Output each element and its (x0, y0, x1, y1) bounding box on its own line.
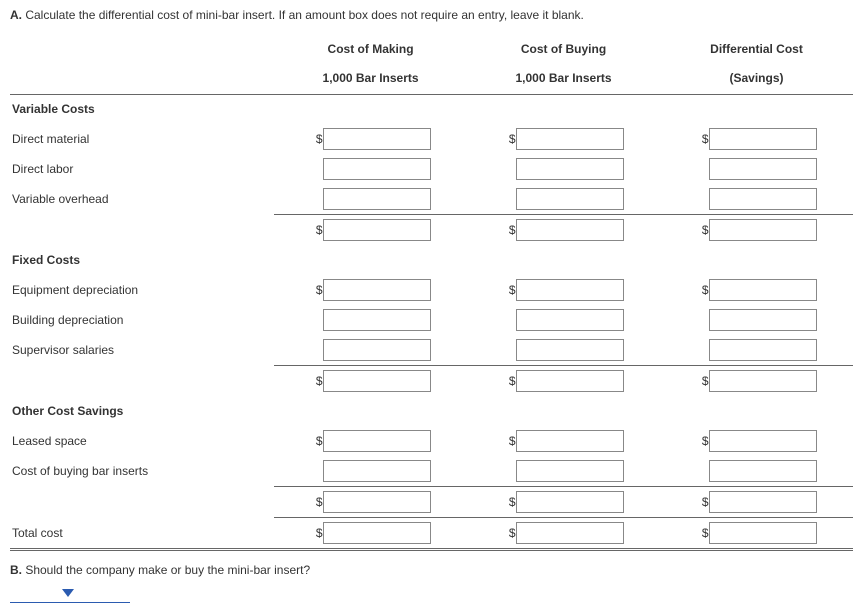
col3-header-l1: Differential Cost (660, 34, 853, 64)
row-direct-labor: Direct labor (10, 154, 853, 184)
label-total-cost: Total cost (10, 518, 274, 550)
input-direct-material-diff[interactable] (709, 128, 817, 150)
input-supervisor-salaries-diff[interactable] (709, 339, 817, 361)
input-direct-material-buying[interactable] (516, 128, 624, 150)
row-leased-space: Leased space $ $ $ (10, 426, 853, 456)
row-cost-of-buying: Cost of buying bar inserts (10, 456, 853, 487)
prompt-a-label: A. (10, 8, 22, 22)
row-fixed-subtotal: $ $ $ (10, 366, 853, 397)
input-variable-overhead-making[interactable] (323, 188, 431, 210)
currency-symbol: $ (311, 283, 323, 297)
row-variable-overhead: Variable overhead (10, 184, 853, 215)
currency-symbol: $ (311, 434, 323, 448)
input-total-cost-buying[interactable] (516, 522, 624, 544)
label-direct-labor: Direct labor (10, 154, 274, 184)
currency-symbol: $ (504, 495, 516, 509)
currency-symbol: $ (504, 526, 516, 540)
currency-symbol: $ (311, 526, 323, 540)
input-supervisor-salaries-buying[interactable] (516, 339, 624, 361)
prompt-a-text: Calculate the differential cost of mini-… (22, 8, 584, 22)
input-variable-subtotal-buying[interactable] (516, 219, 624, 241)
cost-table: Cost of Making Cost of Buying Differenti… (10, 34, 853, 551)
label-supervisor-salaries: Supervisor salaries (10, 335, 274, 366)
currency-symbol: $ (504, 283, 516, 297)
currency-symbol: $ (697, 434, 709, 448)
row-building-depreciation: Building depreciation (10, 305, 853, 335)
col1-header-l1: Cost of Making (274, 34, 467, 64)
input-equipment-depreciation-making[interactable] (323, 279, 431, 301)
col2-header-l2: 1,000 Bar Inserts (467, 64, 660, 94)
currency-symbol: $ (697, 374, 709, 388)
header-row-1: Cost of Making Cost of Buying Differenti… (10, 34, 853, 64)
currency-symbol: $ (311, 374, 323, 388)
row-variable-subtotal: $ $ $ (10, 215, 853, 246)
input-supervisor-salaries-making[interactable] (323, 339, 431, 361)
input-variable-subtotal-making[interactable] (323, 219, 431, 241)
input-variable-subtotal-diff[interactable] (709, 219, 817, 241)
row-equipment-depreciation: Equipment depreciation $ $ $ (10, 275, 853, 305)
currency-symbol: $ (697, 223, 709, 237)
col2-header-l1: Cost of Buying (467, 34, 660, 64)
input-cost-of-buying-diff[interactable] (709, 460, 817, 482)
input-direct-labor-buying[interactable] (516, 158, 624, 180)
input-direct-labor-making[interactable] (323, 158, 431, 180)
input-direct-labor-diff[interactable] (709, 158, 817, 180)
currency-symbol: $ (504, 374, 516, 388)
currency-symbol: $ (697, 526, 709, 540)
input-equipment-depreciation-diff[interactable] (709, 279, 817, 301)
prompt-b-label: B. (10, 563, 22, 577)
input-equipment-depreciation-buying[interactable] (516, 279, 624, 301)
prompt-b: B. Should the company make or buy the mi… (10, 563, 853, 577)
input-cost-of-buying-making[interactable] (323, 460, 431, 482)
input-other-subtotal-making[interactable] (323, 491, 431, 513)
input-fixed-subtotal-buying[interactable] (516, 370, 624, 392)
label-direct-material: Direct material (10, 124, 274, 154)
input-variable-overhead-buying[interactable] (516, 188, 624, 210)
make-or-buy-dropdown[interactable] (10, 583, 130, 603)
input-other-subtotal-buying[interactable] (516, 491, 624, 513)
row-other-subtotal: $ $ $ (10, 487, 853, 518)
currency-symbol: $ (504, 434, 516, 448)
label-leased-space: Leased space (10, 426, 274, 456)
input-variable-overhead-diff[interactable] (709, 188, 817, 210)
input-total-cost-making[interactable] (323, 522, 431, 544)
label-equipment-depreciation: Equipment depreciation (10, 275, 274, 305)
input-building-depreciation-buying[interactable] (516, 309, 624, 331)
input-direct-material-making[interactable] (323, 128, 431, 150)
header-row-2: 1,000 Bar Inserts 1,000 Bar Inserts (Sav… (10, 64, 853, 94)
currency-symbol: $ (311, 132, 323, 146)
section-fixed-title: Fixed Costs (10, 245, 274, 275)
input-total-cost-diff[interactable] (709, 522, 817, 544)
prompt-b-text: Should the company make or buy the mini-… (22, 563, 310, 577)
input-leased-space-diff[interactable] (709, 430, 817, 452)
section-other-title: Other Cost Savings (10, 396, 274, 426)
label-building-depreciation: Building depreciation (10, 305, 274, 335)
col3-header-l2: (Savings) (660, 64, 853, 94)
input-leased-space-buying[interactable] (516, 430, 624, 452)
label-cost-of-buying: Cost of buying bar inserts (10, 456, 274, 487)
currency-symbol: $ (311, 223, 323, 237)
input-leased-space-making[interactable] (323, 430, 431, 452)
input-building-depreciation-making[interactable] (323, 309, 431, 331)
section-variable-title: Variable Costs (10, 94, 274, 124)
col1-header-l2: 1,000 Bar Inserts (274, 64, 467, 94)
row-supervisor-salaries: Supervisor salaries (10, 335, 853, 366)
row-direct-material: Direct material $ $ $ (10, 124, 853, 154)
currency-symbol: $ (504, 223, 516, 237)
currency-symbol: $ (697, 132, 709, 146)
currency-symbol: $ (311, 495, 323, 509)
currency-symbol: $ (504, 132, 516, 146)
input-building-depreciation-diff[interactable] (709, 309, 817, 331)
input-cost-of-buying-buying[interactable] (516, 460, 624, 482)
input-fixed-subtotal-making[interactable] (323, 370, 431, 392)
input-fixed-subtotal-diff[interactable] (709, 370, 817, 392)
prompt-a: A. Calculate the differential cost of mi… (10, 8, 853, 22)
input-other-subtotal-diff[interactable] (709, 491, 817, 513)
row-total-cost: Total cost $ $ $ (10, 518, 853, 550)
label-variable-overhead: Variable overhead (10, 184, 274, 215)
currency-symbol: $ (697, 283, 709, 297)
currency-symbol: $ (697, 495, 709, 509)
